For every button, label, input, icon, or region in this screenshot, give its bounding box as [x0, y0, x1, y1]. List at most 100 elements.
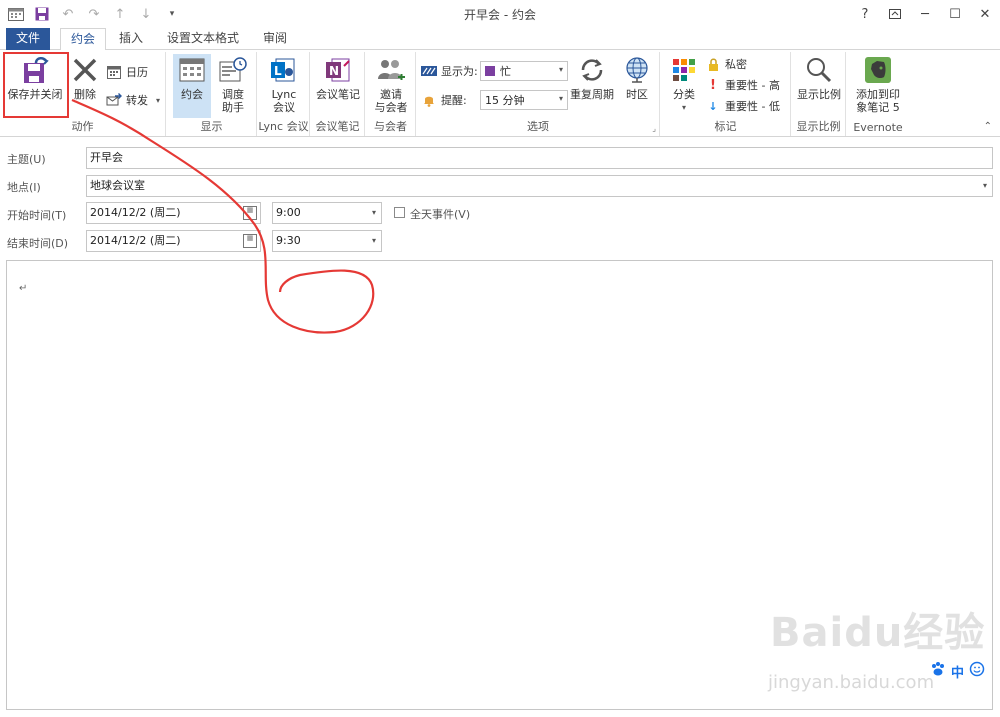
categorize-dropdown-icon: ▾	[681, 103, 686, 112]
annotation-highlight-box	[3, 52, 69, 118]
scheduling-assistant-icon	[217, 54, 249, 86]
reminder-dropdown[interactable]: 15 分钟 ▾	[480, 90, 568, 110]
private-label: 私密	[725, 58, 747, 71]
invite-attendees-icon	[375, 54, 407, 86]
zoom-button[interactable]: 显示比例	[795, 54, 843, 101]
subject-field[interactable]: 开早会	[86, 147, 993, 169]
reminder-text: 提醒:	[441, 94, 467, 107]
appointment-view-button[interactable]: 约会	[173, 54, 211, 118]
ribbon: 保存并关闭 删除 日历 转发 ▾ 动作 约会 调度 助手 显示 L Lync 会…	[0, 50, 1000, 137]
recurrence-icon	[576, 54, 608, 86]
bell-icon	[421, 92, 437, 108]
tab-file[interactable]: 文件	[6, 28, 50, 50]
recurrence-button[interactable]: 重复周期	[569, 54, 615, 101]
maximize-button[interactable]: ☐	[940, 0, 970, 28]
chevron-down-icon[interactable]: ▾	[983, 176, 987, 196]
chevron-down-icon[interactable]: ▾	[372, 203, 376, 223]
watermark-brand: Baidu经验	[770, 610, 986, 656]
group-options: 显示为: 忙 ▾ 提醒: 15 分钟 ▾ 重复周期 时区 选项 ⌟	[417, 52, 660, 136]
group-tags: 分类 ▾ 私密 ! 重要性 - 高 ↓ 重要性 - 低 标记	[661, 52, 791, 136]
magnifier-icon	[803, 54, 835, 86]
scheduling-assistant-label-2: 助手	[222, 101, 244, 114]
meeting-notes-label: 会议笔记	[316, 88, 360, 101]
reminder-value: 15 分钟	[485, 94, 525, 107]
evernote-icon	[862, 54, 894, 86]
end-time-value: 9:30	[276, 234, 301, 247]
lync-label-2: 会议	[273, 101, 295, 114]
tab-insert[interactable]: 插入	[112, 28, 150, 50]
calendar-picker-icon[interactable]: ▦	[243, 234, 257, 248]
exclamation-icon: !	[710, 77, 716, 93]
group-meeting-notes-label: 会议笔记	[315, 120, 360, 133]
calendar-picker-icon[interactable]: ▦	[243, 206, 257, 220]
scheduling-assistant-label-1: 调度	[222, 88, 244, 101]
options-dialog-launcher-icon[interactable]: ⌟	[652, 124, 656, 133]
help-button[interactable]: ?	[850, 0, 880, 28]
delete-button[interactable]: 删除	[68, 54, 102, 101]
title-bar: ↶ ↷ ↑ ↓ ▾ 开早会 - 约会 ? ─ ☐ ✕	[0, 0, 1000, 28]
down-arrow-icon: ↓	[708, 99, 718, 113]
group-show: 约会 调度 助手 显示	[167, 52, 257, 136]
end-time-field[interactable]: 9:30 ▾	[272, 230, 382, 252]
minimize-button[interactable]: ─	[910, 0, 940, 28]
delete-icon	[69, 54, 101, 86]
private-button[interactable]: 私密	[705, 54, 747, 74]
ime-indicator[interactable]: 中	[930, 661, 996, 681]
calendar-button[interactable]: 日历	[106, 62, 148, 82]
evernote-label-1: 添加到印	[856, 88, 900, 101]
low-importance-button[interactable]: ↓ 重要性 - 低	[705, 96, 780, 116]
invite-attendees-button[interactable]: 邀请 与会者	[370, 54, 412, 114]
start-date-field[interactable]: 2014/12/2 (周二) ▦	[86, 202, 261, 224]
categorize-label: 分类	[673, 88, 695, 101]
lock-icon	[705, 56, 721, 72]
start-time-field[interactable]: 9:00 ▾	[272, 202, 382, 224]
paw-icon	[930, 661, 946, 681]
end-date-field[interactable]: 2014/12/2 (周二) ▦	[86, 230, 261, 252]
collapse-ribbon-icon[interactable]: ⌃	[984, 121, 992, 132]
group-evernote: 添加到印 象笔记 5 Evernote	[847, 52, 909, 136]
group-zoom: 显示比例 显示比例	[792, 52, 846, 136]
show-as-dropdown[interactable]: 忙 ▾	[480, 61, 568, 81]
close-button[interactable]: ✕	[970, 0, 1000, 28]
time-zones-button[interactable]: 时区	[619, 54, 655, 101]
end-date-value: 2014/12/2 (周二)	[90, 234, 181, 247]
calendar-small-icon	[106, 64, 122, 80]
onenote-icon: N	[322, 54, 354, 86]
tab-review[interactable]: 审阅	[258, 28, 292, 50]
start-date-value: 2014/12/2 (周二)	[90, 206, 181, 219]
invite-attendees-label-2: 与会者	[374, 101, 408, 114]
ribbon-display-button[interactable]	[880, 0, 910, 28]
group-show-label: 显示	[200, 120, 223, 133]
chevron-down-icon[interactable]: ▾	[372, 231, 376, 251]
high-importance-button[interactable]: ! 重要性 - 高	[705, 75, 780, 95]
lync-meeting-button[interactable]: L Lync 会议	[264, 54, 304, 114]
lync-icon: L	[268, 54, 300, 86]
meeting-notes-button[interactable]: N 会议笔记	[315, 54, 361, 101]
location-field[interactable]: 地球会议室 ▾	[86, 175, 993, 197]
lync-label-1: Lync	[271, 88, 297, 101]
tab-appointment[interactable]: 约会	[60, 28, 106, 51]
forward-dropdown-icon[interactable]: ▾	[156, 96, 160, 105]
group-actions-label: 动作	[71, 120, 94, 133]
recurrence-label: 重复周期	[570, 88, 614, 101]
categorize-button[interactable]: 分类 ▾	[665, 54, 703, 114]
time-zones-label: 时区	[626, 88, 648, 101]
forward-button[interactable]: 转发 ▾	[106, 90, 160, 110]
group-attendees: 邀请 与会者 与会者	[366, 52, 416, 136]
tab-format-text[interactable]: 设置文本格式	[160, 28, 246, 50]
appointment-view-label: 约会	[181, 88, 203, 101]
group-options-label: 选项	[527, 120, 549, 133]
zoom-label: 显示比例	[797, 88, 841, 101]
show-as-icon	[421, 63, 437, 79]
forward-icon	[106, 92, 122, 108]
all-day-checkbox[interactable]	[394, 207, 405, 218]
show-as-label: 显示为:	[421, 61, 478, 81]
scheduling-assistant-button[interactable]: 调度 助手	[213, 54, 253, 114]
invite-attendees-label-1: 邀请	[380, 88, 402, 101]
appointment-view-icon	[176, 54, 208, 86]
group-lync-label: Lync 会议	[258, 120, 309, 133]
forward-label: 转发	[126, 94, 148, 107]
reminder-label: 提醒:	[421, 90, 467, 110]
add-to-evernote-button[interactable]: 添加到印 象笔记 5	[850, 54, 906, 114]
group-attendees-label: 与会者	[374, 120, 407, 133]
